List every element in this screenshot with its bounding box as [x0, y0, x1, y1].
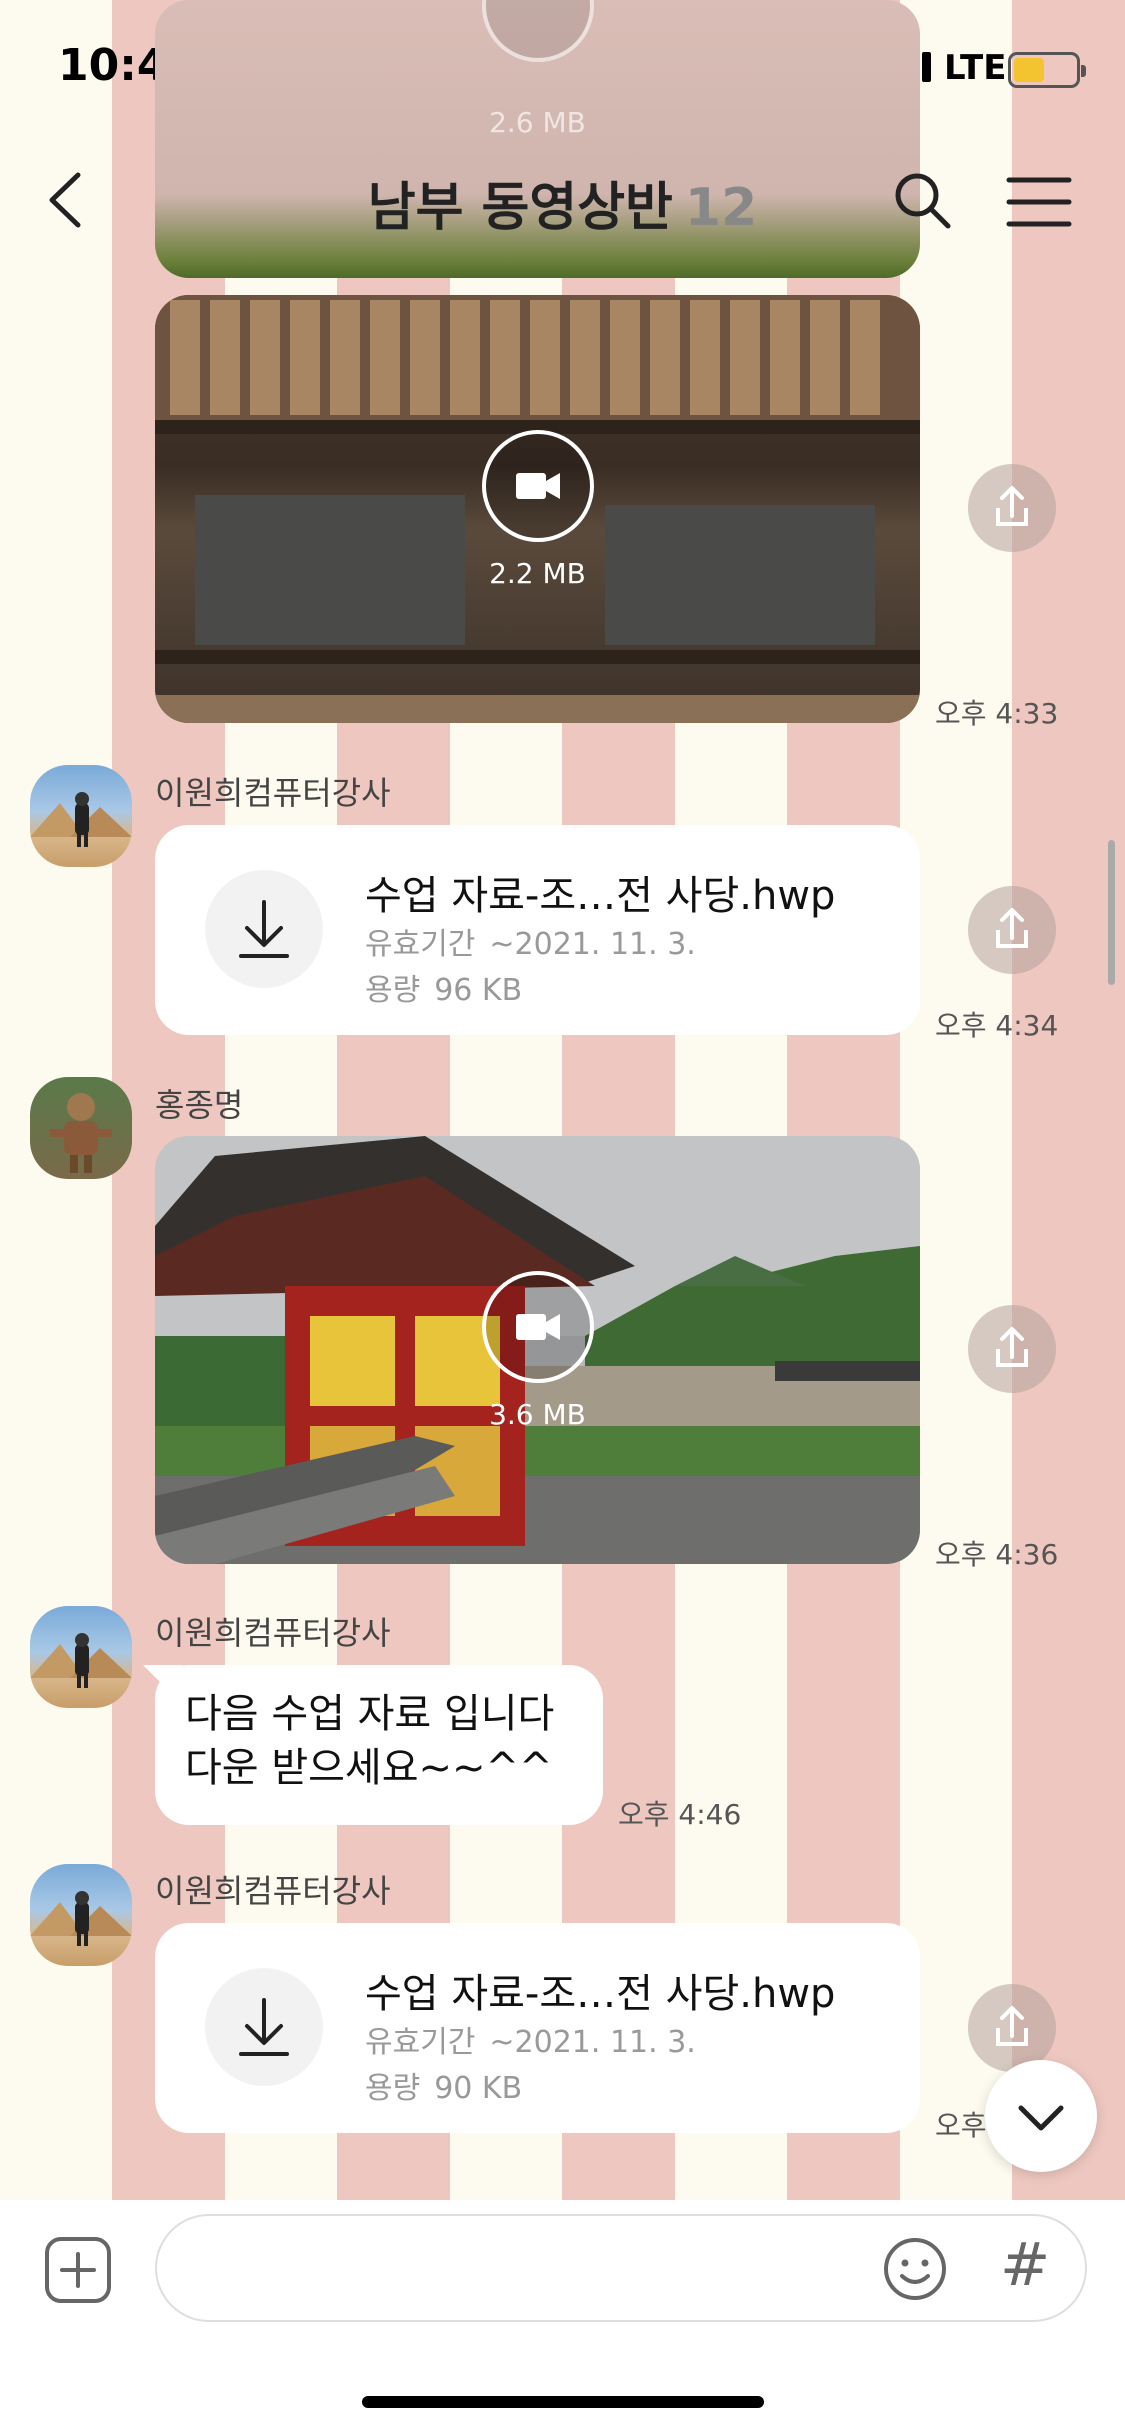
- file-size: 용량 90 KB: [365, 2071, 523, 2106]
- share-icon: [996, 1327, 1028, 1367]
- share-button[interactable]: [968, 464, 1056, 552]
- file-size: 용량 96 KB: [365, 973, 523, 1008]
- battery-icon: [1008, 52, 1086, 88]
- file-name: 수업 자료-조…전 사당.hwp: [365, 1971, 836, 2017]
- file-expiry: 유효기간 ~2021. 11. 3.: [365, 2025, 696, 2060]
- message-time: 오후 4:34: [935, 1009, 1059, 1042]
- avatar[interactable]: [30, 1606, 132, 1708]
- message-time: 오후: [935, 2109, 987, 2142]
- sender-name: 이원희컴퓨터강사: [155, 1614, 391, 1652]
- chat-title: 남부 동영상반 12: [0, 165, 1125, 240]
- plus-icon: [45, 2237, 111, 2303]
- emoji-icon: [884, 2238, 946, 2300]
- chevron-down-icon: [1018, 2105, 1064, 2131]
- file-message[interactable]: 수업 자료-조…전 사당.hwp 유효기간 ~2021. 11. 3. 용량 96 …: [155, 825, 920, 1035]
- scrollbar[interactable]: [1108, 840, 1115, 985]
- avatar[interactable]: [30, 1077, 132, 1179]
- network-type: LTE: [944, 48, 1007, 88]
- share-icon: [996, 486, 1028, 526]
- download-icon[interactable]: [205, 870, 323, 988]
- room-name: 남부 동영상반: [367, 178, 673, 238]
- search-button[interactable]: [890, 168, 956, 234]
- file-message[interactable]: 수업 자료-조…전 사당.hwp 유효기간 ~2021. 11. 3. 용량 90 …: [155, 1923, 920, 2133]
- home-indicator: [362, 2396, 764, 2408]
- video-size: 2.6 MB: [489, 106, 586, 139]
- emoji-button[interactable]: [882, 2236, 948, 2302]
- message-line: 다운 받으세요~~^^: [185, 1745, 553, 1791]
- share-button[interactable]: [968, 1305, 1056, 1393]
- search-icon: [895, 173, 951, 229]
- share-icon: [996, 908, 1028, 948]
- hash-search-button[interactable]: #: [1000, 2230, 1050, 2300]
- avatar[interactable]: [30, 765, 132, 867]
- file-name: 수업 자료-조…전 사당.hwp: [365, 873, 836, 919]
- sender-name: 이원희컴퓨터강사: [155, 1872, 391, 1910]
- message-line: 다음 수업 자료 입니다: [185, 1691, 555, 1737]
- message-time: 오후 4:36: [935, 1538, 1059, 1571]
- download-icon[interactable]: [205, 1968, 323, 2086]
- video-message[interactable]: 2.2 MB: [155, 295, 920, 723]
- sender-name: 이원희컴퓨터강사: [155, 774, 391, 812]
- share-icon: [996, 2006, 1028, 2046]
- share-button[interactable]: [968, 886, 1056, 974]
- message-time: 오후 4:33: [935, 697, 1059, 730]
- message-time: 오후 4:46: [618, 1798, 742, 1831]
- video-play-icon: [481, 0, 594, 62]
- text-message[interactable]: 다음 수업 자료 입니다 다운 받으세요~~^^: [143, 1665, 603, 1825]
- file-expiry: 유효기간 ~2021. 11. 3.: [365, 927, 696, 962]
- video-size: 2.2 MB: [489, 557, 586, 590]
- video-play-icon: [481, 1271, 594, 1383]
- menu-button[interactable]: [1005, 172, 1073, 232]
- video-play-icon: [481, 430, 594, 542]
- avatar[interactable]: [30, 1864, 132, 1966]
- video-message[interactable]: 3.6 MB: [155, 1136, 920, 1564]
- sender-name: 홍종명: [155, 1086, 244, 1124]
- scroll-to-bottom-button[interactable]: [985, 2060, 1097, 2172]
- video-size: 3.6 MB: [489, 1398, 586, 1431]
- share-button[interactable]: [968, 1984, 1056, 2072]
- menu-icon: [1006, 177, 1072, 227]
- attach-button[interactable]: [44, 2236, 112, 2304]
- member-count: 12: [684, 178, 758, 238]
